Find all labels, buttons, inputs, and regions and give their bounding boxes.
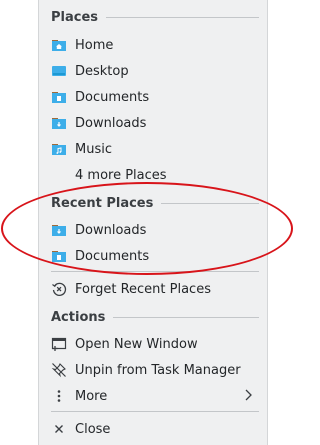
folder-home-icon [51, 37, 67, 53]
folder-documents-icon [51, 248, 67, 264]
open-new-window-item[interactable]: Open New Window [51, 332, 259, 356]
folder-downloads-icon [51, 115, 67, 131]
unpin-label: Unpin from Task Manager [75, 362, 241, 378]
forget-recent-places-label: Forget Recent Places [75, 281, 211, 297]
folder-desktop-icon [51, 63, 67, 79]
place-item-label: Music [75, 141, 112, 157]
recent-places-header: Recent Places [51, 196, 259, 211]
places-header-divider [106, 17, 259, 18]
place-item-label: Documents [75, 89, 150, 105]
recent-item-downloads[interactable]: Downloads [51, 218, 259, 242]
places-header-label: Places [51, 10, 99, 25]
place-item-label: Downloads [75, 115, 147, 131]
chevron-right-icon [243, 388, 253, 406]
recent-places-header-divider [161, 203, 259, 204]
place-item-downloads[interactable]: Downloads [51, 111, 259, 135]
close-icon [51, 421, 67, 437]
more-places-item[interactable]: 4 more Places [51, 163, 259, 187]
forget-icon [51, 281, 67, 297]
folder-downloads-icon [51, 222, 67, 238]
recent-item-label: Documents [75, 248, 150, 264]
actions-header-divider [113, 317, 259, 318]
actions-header: Actions [51, 310, 259, 325]
open-new-window-label: Open New Window [75, 336, 198, 352]
unpin-icon [51, 362, 67, 378]
more-actions-label: More [75, 388, 108, 404]
place-item-label: Desktop [75, 63, 129, 79]
place-item-desktop[interactable]: Desktop [51, 59, 259, 83]
places-header: Places [51, 10, 259, 25]
more-actions-item[interactable]: More [51, 384, 259, 408]
close-item[interactable]: Close [51, 417, 259, 441]
recent-places-header-label: Recent Places [51, 196, 154, 211]
divider [51, 411, 259, 412]
recent-item-documents[interactable]: Documents [51, 244, 259, 268]
context-menu: Places Home Desktop Documents Downloads … [38, 0, 268, 445]
forget-recent-places-item[interactable]: Forget Recent Places [51, 277, 259, 301]
more-places-label: 4 more Places [75, 167, 167, 183]
place-item-documents[interactable]: Documents [51, 85, 259, 109]
folder-documents-icon [51, 89, 67, 105]
close-label: Close [75, 421, 111, 437]
place-item-home[interactable]: Home [51, 33, 259, 57]
actions-header-label: Actions [51, 310, 106, 325]
recent-item-label: Downloads [75, 222, 147, 238]
place-item-label: Home [75, 37, 114, 53]
divider [51, 271, 259, 272]
overflow-menu-icon [51, 388, 67, 404]
new-window-icon [51, 336, 67, 352]
unpin-item[interactable]: Unpin from Task Manager [51, 358, 259, 382]
folder-music-icon [51, 141, 67, 157]
place-item-music[interactable]: Music [51, 137, 259, 161]
